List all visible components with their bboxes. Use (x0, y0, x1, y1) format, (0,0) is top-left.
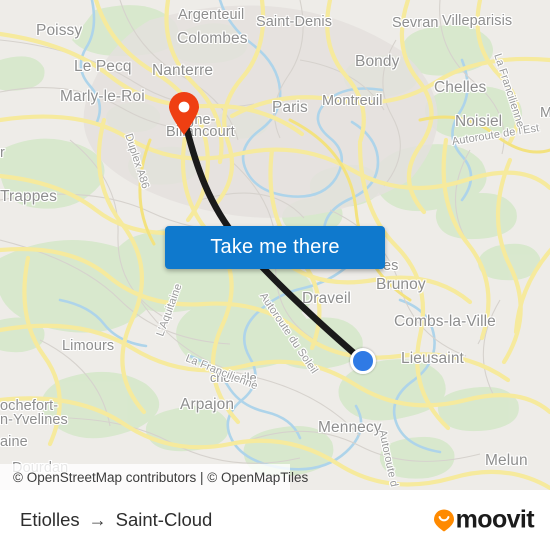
footer-bar: Etiolles → Saint-Cloud moovit (0, 490, 550, 550)
moovit-wordmark: moovit (455, 505, 535, 534)
attribution-text: © OpenStreetMap contributors | © OpenMap… (13, 469, 309, 485)
destination-marker-dot[interactable] (350, 348, 376, 374)
origin-name: Etiolles (20, 509, 80, 530)
map-canvas[interactable]: Poissy Argenteuil Saint-Denis Sevran Villepa… (0, 0, 550, 490)
moovit-trip-map-card: Poissy Argenteuil Saint-Denis Sevran Villepa… (0, 0, 550, 550)
take-me-there-button[interactable]: Take me there (165, 226, 385, 269)
origin-marker-pin[interactable] (168, 92, 200, 136)
take-me-there-label: Take me there (210, 236, 340, 258)
arrow-right-icon: → (88, 510, 107, 530)
moovit-logo[interactable]: moovit (433, 505, 535, 534)
moovit-pin-icon (433, 508, 455, 532)
map-attribution: © OpenStreetMap contributors | © OpenMap… (0, 464, 308, 490)
destination-name: Saint-Cloud (115, 509, 213, 530)
route-title: Etiolles → Saint-Cloud (20, 509, 212, 531)
